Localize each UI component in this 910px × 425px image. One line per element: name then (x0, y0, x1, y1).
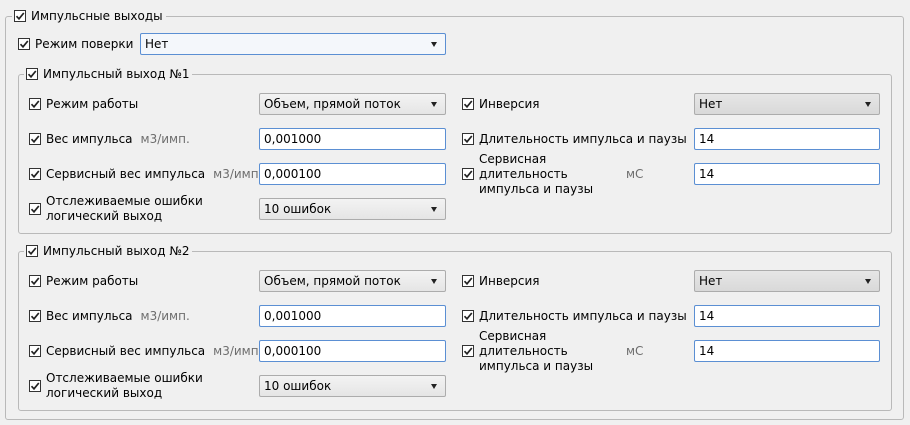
errors-value: 10 ошибок (264, 379, 332, 393)
errors-select[interactable]: 10 ошибок (259, 198, 446, 220)
duration-row: Длительность импульса и паузы мС (462, 308, 712, 324)
errors-select[interactable]: 10 ошибок (259, 375, 446, 397)
chevron-down-icon (865, 102, 871, 107)
service-duration-label-line2: импульса и паузы (479, 358, 594, 373)
weight-unit: м3/имп. (140, 309, 190, 323)
service-duration-unit: мС (626, 167, 644, 181)
service-weight-input[interactable] (259, 340, 446, 362)
verification-mode-label: Режим поверки (35, 37, 134, 51)
inversion-value: Нет (699, 97, 723, 111)
weight-label: Вес импульса (46, 309, 133, 323)
pulse-output-1-legend: Импульсный выход №1 (24, 66, 193, 82)
pulse-output-1-title: Импульсный выход №1 (43, 67, 190, 81)
errors-label-line1: Отслеживаемые ошибки (46, 194, 203, 208)
chevron-down-icon (865, 279, 871, 284)
weight-label: Вес импульса (46, 132, 133, 146)
mode-value: Объем, прямой поток (264, 97, 401, 111)
inversion-row: Инверсия (462, 96, 540, 112)
mode-checkbox[interactable] (29, 98, 41, 110)
service-duration-label: Сервисная длительность импульса и паузы (479, 152, 629, 197)
chevron-down-icon (431, 207, 437, 212)
weight-input[interactable] (259, 128, 446, 150)
mode-value: Объем, прямой поток (264, 274, 401, 288)
pulse-outputs-legend: Импульсные выходы (12, 8, 166, 24)
weight-row: Вес импульса м3/имп. (29, 131, 190, 147)
verification-mode-checkbox[interactable] (18, 38, 30, 50)
weight-checkbox[interactable] (29, 133, 41, 145)
chevron-down-icon (431, 279, 437, 284)
service-duration-label-line2: импульса и паузы (479, 181, 594, 196)
service-weight-checkbox[interactable] (29, 168, 41, 180)
errors-checkbox[interactable] (29, 380, 41, 392)
service-weight-checkbox[interactable] (29, 345, 41, 357)
duration-label: Длительность импульса и паузы (479, 132, 687, 146)
service-duration-row: Сервисная длительность импульса и паузы (462, 329, 629, 373)
weight-input[interactable] (259, 305, 446, 327)
errors-label-line2: логический выход (46, 209, 163, 223)
verification-mode-select[interactable]: Нет (140, 33, 446, 55)
duration-checkbox[interactable] (462, 133, 474, 145)
inversion-row: Инверсия (462, 273, 540, 289)
service-weight-row: Сервисный вес импульса м3/имп. (29, 343, 262, 359)
errors-checkbox[interactable] (29, 203, 41, 215)
weight-row: Вес импульса м3/имп. (29, 308, 190, 324)
weight-checkbox[interactable] (29, 310, 41, 322)
service-duration-row: Сервисная длительность импульса и паузы (462, 152, 629, 196)
mode-select[interactable]: Объем, прямой поток (259, 93, 446, 115)
verification-mode-row: Режим поверки (18, 36, 133, 52)
pulse-outputs-title: Импульсные выходы (31, 9, 163, 23)
errors-label-line2: логический выход (46, 386, 163, 400)
service-weight-label: Сервисный вес импульса (46, 167, 206, 181)
weight-unit: м3/имп. (140, 132, 190, 146)
service-duration-unit: мС (626, 344, 644, 358)
pulse-output-2-legend: Импульсный выход №2 (24, 243, 193, 259)
inversion-select[interactable]: Нет (694, 270, 880, 292)
errors-label: Отслеживаемые ошибки логический выход (46, 194, 203, 224)
chevron-down-icon (431, 42, 437, 47)
service-duration-checkbox[interactable] (462, 168, 474, 180)
errors-row: Отслеживаемые ошибки логический выход (29, 194, 203, 224)
service-duration-input[interactable] (694, 163, 880, 185)
service-weight-unit: м3/имп. (213, 344, 263, 358)
errors-row: Отслеживаемые ошибки логический выход (29, 371, 203, 401)
inversion-checkbox[interactable] (462, 98, 474, 110)
duration-row: Длительность импульса и паузы мС (462, 131, 712, 147)
inversion-checkbox[interactable] (462, 275, 474, 287)
duration-checkbox[interactable] (462, 310, 474, 322)
duration-label: Длительность импульса и паузы (479, 309, 687, 323)
service-weight-row: Сервисный вес импульса м3/имп. (29, 166, 262, 182)
verification-mode-value: Нет (145, 37, 169, 51)
pulse-outputs-checkbox[interactable] (14, 10, 26, 22)
mode-row: Режим работы (29, 96, 138, 112)
service-duration-checkbox[interactable] (462, 345, 474, 357)
service-duration-label: Сервисная длительность импульса и паузы (479, 329, 629, 374)
service-duration-label-line1: Сервисная длительность (479, 328, 568, 358)
errors-value: 10 ошибок (264, 202, 332, 216)
pulse-output-1-checkbox[interactable] (26, 68, 38, 80)
chevron-down-icon (431, 384, 437, 389)
errors-label-line1: Отслеживаемые ошибки (46, 371, 203, 385)
service-duration-label-line1: Сервисная длительность (479, 151, 568, 181)
service-weight-label: Сервисный вес импульса (46, 344, 206, 358)
mode-select[interactable]: Объем, прямой поток (259, 270, 446, 292)
chevron-down-icon (431, 102, 437, 107)
pulse-output-2-title: Импульсный выход №2 (43, 244, 190, 258)
inversion-label: Инверсия (479, 97, 540, 111)
mode-checkbox[interactable] (29, 275, 41, 287)
mode-row: Режим работы (29, 273, 138, 289)
duration-input[interactable] (694, 305, 880, 327)
mode-label: Режим работы (46, 97, 139, 111)
pulse-output-2-checkbox[interactable] (26, 245, 38, 257)
inversion-label: Инверсия (479, 274, 540, 288)
service-weight-unit: м3/имп. (213, 167, 263, 181)
errors-label: Отслеживаемые ошибки логический выход (46, 371, 203, 401)
duration-input[interactable] (694, 128, 880, 150)
inversion-select[interactable]: Нет (694, 93, 880, 115)
service-weight-input[interactable] (259, 163, 446, 185)
mode-label: Режим работы (46, 274, 139, 288)
service-duration-input[interactable] (694, 340, 880, 362)
inversion-value: Нет (699, 274, 723, 288)
